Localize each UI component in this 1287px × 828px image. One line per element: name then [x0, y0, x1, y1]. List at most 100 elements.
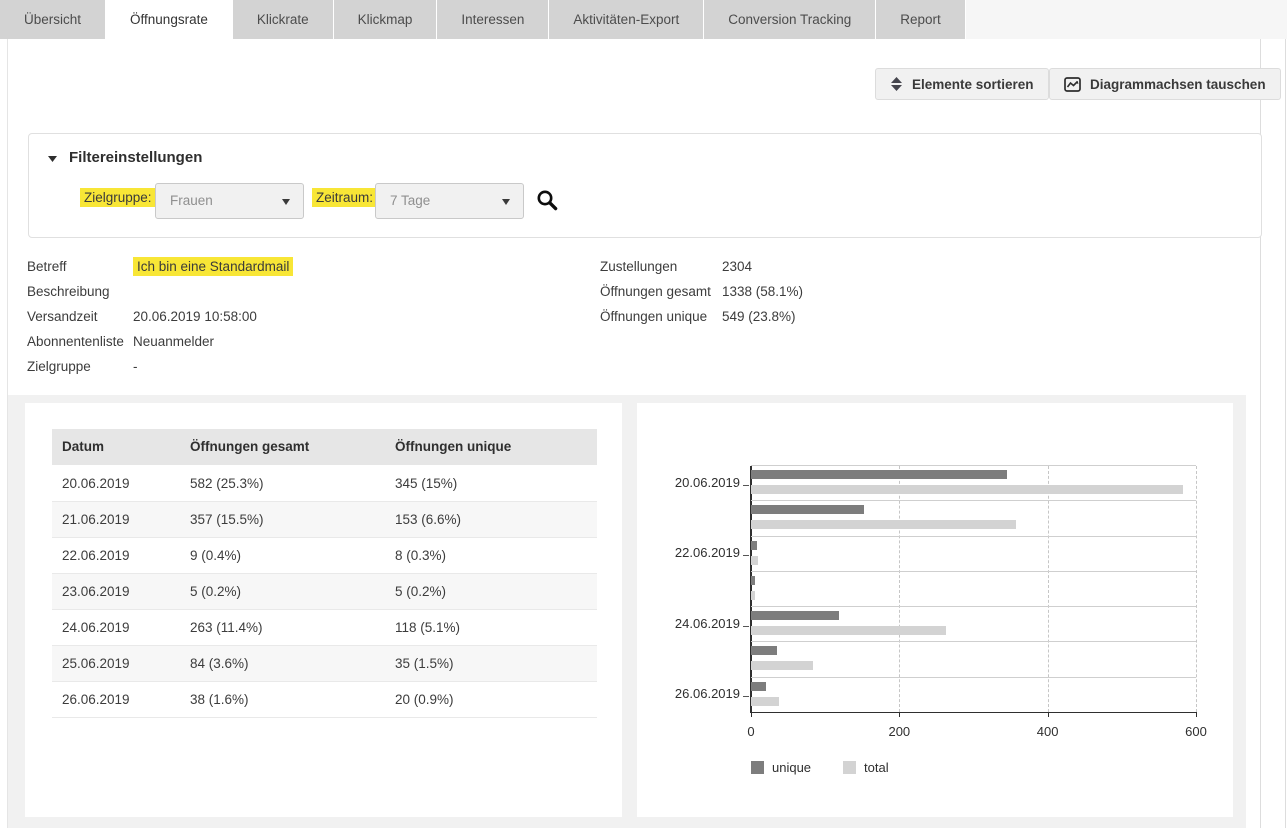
table-row: 20.06.2019582 (25.3%)345 (15%) — [52, 465, 597, 501]
x-axis-tick — [751, 712, 752, 717]
x-axis-tick — [1196, 712, 1197, 717]
bar-total-25.06.2019 — [751, 661, 813, 670]
table-cell: 20.06.2019 — [52, 465, 180, 501]
bar-total-21.06.2019 — [751, 520, 1016, 529]
zielgruppe-selected-value: Frauen — [170, 193, 213, 208]
bar-unique-20.06.2019 — [751, 470, 1007, 479]
table-cell: 582 (25.3%) — [180, 465, 385, 501]
table-header-row: Datum Öffnungen gesamt Öffnungen unique — [52, 429, 597, 465]
bar-unique-23.06.2019 — [751, 576, 755, 585]
detail-label: Betreff — [27, 259, 67, 274]
detail-label: Zielgruppe — [27, 359, 91, 374]
table-cell: 118 (5.1%) — [385, 609, 597, 645]
bar-total-24.06.2019 — [751, 626, 946, 635]
detail-label: Abonnentenliste — [27, 334, 124, 349]
tab-conversion-tracking[interactable]: Conversion Tracking — [704, 0, 876, 39]
table-cell: 263 (11.4%) — [180, 609, 385, 645]
chevron-down-icon — [502, 199, 510, 205]
tab-interessen[interactable]: Interessen — [437, 0, 549, 39]
table-cell: 22.06.2019 — [52, 537, 180, 573]
swap-chart-axes-label: Diagrammachsen tauschen — [1090, 77, 1266, 92]
filter-panel: Filtereinstellungen Zielgruppe: Frauen Z… — [28, 133, 1262, 238]
tab-bar: ÜbersichtÖffnungsrateKlickrateKlickmapIn… — [0, 0, 1287, 39]
swap-chart-axes-button[interactable]: Diagrammachsen tauschen — [1049, 68, 1281, 100]
table-cell: 20 (0.9%) — [385, 681, 597, 717]
table-cell: 9 (0.4%) — [180, 537, 385, 573]
detail-row: Abonnentenliste Neuanmelder — [27, 334, 527, 354]
stat-row: Zustellungen 2304 — [600, 259, 1000, 279]
detail-row: Beschreibung — [27, 284, 527, 304]
chart-band-21.06.2019 — [751, 501, 1196, 536]
chart-band-26.06.2019 — [751, 678, 1196, 713]
chart-band-22.06.2019 — [751, 537, 1196, 572]
y-axis-tick — [743, 696, 749, 697]
tab-report[interactable]: Report — [876, 0, 966, 39]
tab-klickmap[interactable]: Klickmap — [334, 0, 438, 39]
stat-label: Zustellungen — [600, 259, 677, 274]
filter-row: Zielgruppe: Frauen Zeitraum: 7 Tage — [29, 183, 1261, 219]
chart-band-24.06.2019 — [751, 607, 1196, 642]
x-axis-label: 400 — [1037, 724, 1059, 739]
table-row: 24.06.2019263 (11.4%)118 (5.1%) — [52, 609, 597, 645]
mail-subject: Ich bin eine Standardmail — [133, 257, 293, 276]
stat-value: 2304 — [722, 259, 752, 274]
stat-label: Öffnungen gesamt — [600, 284, 711, 299]
zeitraum-dropdown[interactable]: 7 Tage — [375, 183, 524, 219]
chart-band-20.06.2019 — [751, 466, 1196, 501]
detail-row: Betreff Ich bin eine Standardmail — [27, 259, 527, 279]
column-header-gesamt: Öffnungen gesamt — [180, 429, 385, 465]
openings-table-card: Datum Öffnungen gesamt Öffnungen unique … — [25, 403, 622, 817]
tab-aktivitaeten-export[interactable]: Aktivitäten-Export — [549, 0, 704, 39]
stat-value: 1338 (58.1%) — [722, 284, 803, 299]
bar-total-26.06.2019 — [751, 697, 779, 706]
sort-elements-button[interactable]: Elemente sortieren — [875, 68, 1049, 100]
sort-icon — [890, 77, 903, 91]
table-row: 26.06.201938 (1.6%)20 (0.9%) — [52, 681, 597, 717]
x-axis-tick — [899, 712, 900, 717]
table-row: 21.06.2019357 (15.5%)153 (6.6%) — [52, 501, 597, 537]
bar-unique-25.06.2019 — [751, 646, 777, 655]
detail-row: Zielgruppe - — [27, 359, 527, 379]
x-axis-tick — [1048, 712, 1049, 717]
y-axis-tick — [743, 555, 749, 556]
tab-uebersicht[interactable]: Übersicht — [0, 0, 106, 39]
bar-unique-24.06.2019 — [751, 611, 839, 620]
tab-oeffnungsrate[interactable]: Öffnungsrate — [106, 0, 233, 39]
legend-item-total: total — [843, 760, 889, 775]
legend-label: total — [864, 760, 889, 775]
bar-total-23.06.2019 — [751, 591, 755, 600]
detail-row: Versandzeit 20.06.2019 10:58:00 — [27, 309, 527, 329]
filter-settings-title: Filtereinstellungen — [69, 149, 202, 166]
column-header-datum: Datum — [52, 429, 180, 465]
legend-swatch — [843, 761, 856, 774]
search-icon[interactable] — [535, 188, 561, 214]
table-cell: 357 (15.5%) — [180, 501, 385, 537]
scrollbar-track[interactable] — [1260, 39, 1286, 828]
tab-klickrate[interactable]: Klickrate — [233, 0, 334, 39]
table-cell: 35 (1.5%) — [385, 645, 597, 681]
bar-unique-21.06.2019 — [751, 505, 864, 514]
chart-icon — [1064, 77, 1081, 92]
table-cell: 26.06.2019 — [52, 681, 180, 717]
bar-unique-22.06.2019 — [751, 541, 757, 550]
table-cell: 25.06.2019 — [52, 645, 180, 681]
legend-swatch — [751, 761, 764, 774]
zielgruppe-dropdown[interactable]: Frauen — [155, 183, 304, 219]
table-row: 22.06.20199 (0.4%)8 (0.3%) — [52, 537, 597, 573]
chart-band-25.06.2019 — [751, 642, 1196, 677]
zeitraum-label: Zeitraum: — [312, 190, 377, 205]
column-header-unique: Öffnungen unique — [385, 429, 597, 465]
zielgruppe-label: Zielgruppe: — [80, 190, 156, 205]
detail-value: 20.06.2019 10:58:00 — [133, 309, 257, 324]
stat-row: Öffnungen gesamt 1338 (58.1%) — [600, 284, 1000, 304]
y-axis-tick — [743, 626, 749, 627]
y-axis-tick — [743, 485, 749, 486]
filter-settings-toggle[interactable]: Filtereinstellungen — [48, 149, 202, 166]
table-cell: 5 (0.2%) — [385, 573, 597, 609]
table-cell: 8 (0.3%) — [385, 537, 597, 573]
gridline — [1196, 466, 1197, 712]
detail-label: Beschreibung — [27, 284, 110, 299]
zeitraum-selected-value: 7 Tage — [390, 193, 430, 208]
table-cell: 24.06.2019 — [52, 609, 180, 645]
x-axis-label: 0 — [747, 724, 754, 739]
